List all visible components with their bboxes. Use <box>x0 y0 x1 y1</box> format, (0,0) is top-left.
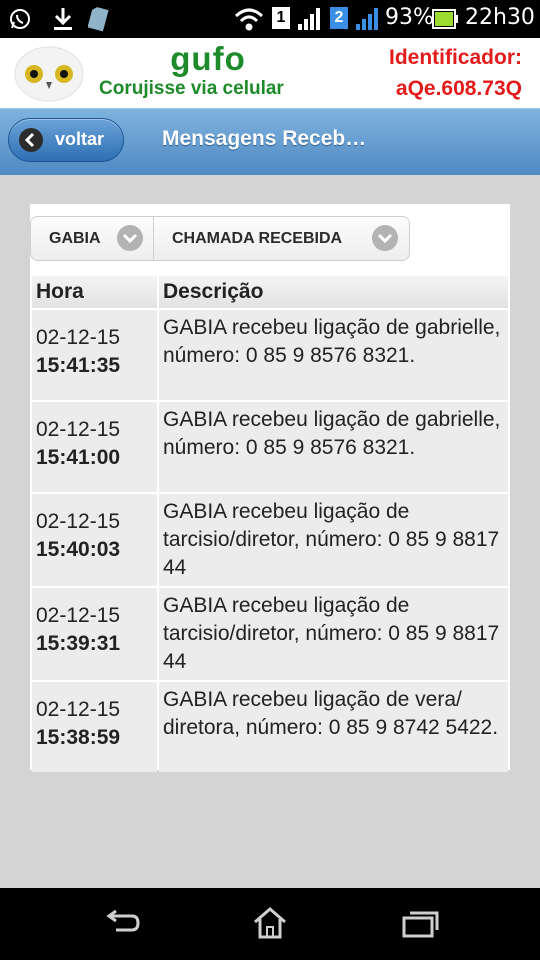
description-cell: GABIA recebeu ligação de tarcisio/direto… <box>159 494 508 586</box>
table-row[interactable]: 02-12-15 15:41:00 GABIA recebeu ligação … <box>32 402 508 492</box>
signal-icon-2 <box>354 6 380 37</box>
clock: 22h30 <box>465 5 535 30</box>
table-row[interactable]: 02-12-15 15:39:31 GABIA recebeu ligação … <box>32 588 508 680</box>
messages-table: Hora Descrição 02-12-15 15:41:35 GABIA r… <box>30 274 510 774</box>
row-time: 15:41:00 <box>36 446 121 469</box>
table-row[interactable]: 02-12-15 15:41:35 GABIA recebeu ligação … <box>32 310 508 400</box>
column-header-time: Hora <box>32 276 157 308</box>
contact-filter-label: GABIA <box>49 230 101 247</box>
content-panel: GABIA CHAMADA RECEBIDA Hora Descrição 02… <box>30 204 510 772</box>
identifier-value: aQe.608.73Q <box>395 77 522 100</box>
signal-icon <box>296 6 322 37</box>
time-cell: 02-12-15 15:41:00 <box>32 402 157 492</box>
column-header-description: Descrição <box>159 276 508 308</box>
status-bar: 1 2 93% 22h30 <box>0 0 540 38</box>
owl-logo-icon <box>12 44 86 102</box>
row-date: 02-12-15 <box>36 698 121 721</box>
row-time: 15:39:31 <box>36 632 121 655</box>
time-cell: 02-12-15 15:39:31 <box>32 588 157 680</box>
chevron-down-icon <box>117 225 143 251</box>
identifier-label: Identificador: <box>388 46 522 69</box>
wifi-icon <box>234 6 264 37</box>
sim1-badge: 1 <box>272 7 290 29</box>
table-header-row: Hora Descrição <box>32 276 508 308</box>
contact-filter-select[interactable]: GABIA <box>31 217 153 260</box>
description-cell: GABIA recebeu ligação de tarcisio/direto… <box>159 588 508 680</box>
page-title: Mensagens Receb… <box>162 127 367 150</box>
time-cell: 02-12-15 15:41:35 <box>32 310 157 400</box>
brand-name: gufo <box>170 40 246 77</box>
row-date: 02-12-15 <box>36 604 121 627</box>
table-row[interactable]: 02-12-15 15:40:03 GABIA recebeu ligação … <box>32 494 508 586</box>
recent-apps-icon[interactable] <box>400 908 440 945</box>
description-cell: GABIA recebeu ligação de gabrielle, núme… <box>159 310 508 400</box>
back-icon[interactable] <box>102 908 142 943</box>
brand-tagline: Corujisse via celular <box>99 78 284 99</box>
time-cell: 02-12-15 15:40:03 <box>32 494 157 586</box>
table-row[interactable]: 02-12-15 15:38:59 GABIA recebeu ligação … <box>32 682 508 772</box>
whatsapp-icon <box>8 7 32 36</box>
battery-icon <box>432 9 458 34</box>
app-header: gufo Corujisse via celular Identificador… <box>0 38 540 108</box>
row-date: 02-12-15 <box>36 418 121 441</box>
call-type-filter-label: CHAMADA RECEBIDA <box>172 230 343 247</box>
chevron-left-icon <box>19 128 43 152</box>
row-time: 15:41:35 <box>36 354 121 377</box>
nav-bar: voltar Mensagens Receb… <box>0 108 540 175</box>
sim-card-icon <box>87 6 110 37</box>
home-icon[interactable] <box>251 906 289 945</box>
row-time: 15:38:59 <box>36 726 121 749</box>
back-button-label: voltar <box>55 129 105 149</box>
call-type-filter-select[interactable]: CHAMADA RECEBIDA <box>154 217 409 260</box>
back-button[interactable]: voltar <box>8 118 124 162</box>
battery-percent: 93% <box>385 5 434 30</box>
row-date: 02-12-15 <box>36 510 121 533</box>
description-cell: GABIA recebeu ligação de vera/ diretora,… <box>159 682 508 772</box>
description-cell: GABIA recebeu ligação de gabrielle, núme… <box>159 402 508 492</box>
sim2-badge: 2 <box>330 7 348 29</box>
row-time: 15:40:03 <box>36 538 121 561</box>
row-date: 02-12-15 <box>36 326 121 349</box>
download-icon <box>50 6 76 37</box>
filter-bar: GABIA CHAMADA RECEBIDA <box>30 216 410 261</box>
system-nav-bar <box>0 888 540 960</box>
time-cell: 02-12-15 15:38:59 <box>32 682 157 772</box>
chevron-down-icon <box>372 225 398 251</box>
